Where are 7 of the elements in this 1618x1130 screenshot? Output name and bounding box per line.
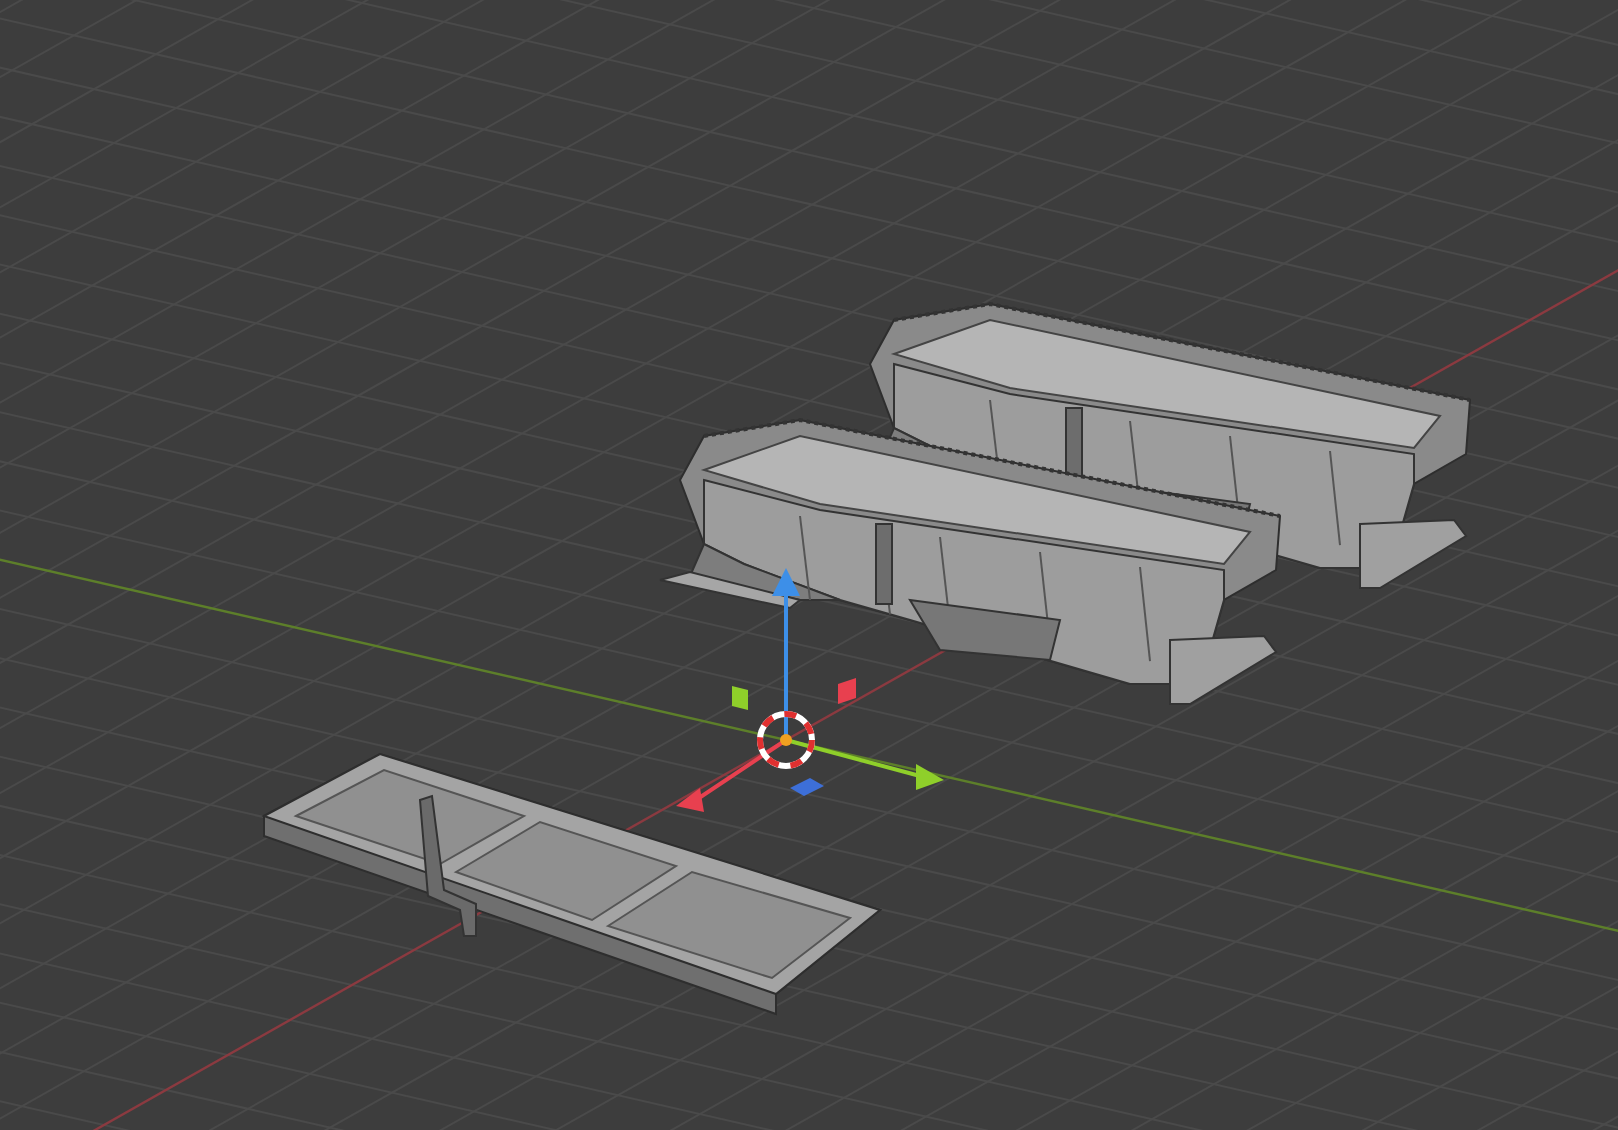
3d-cursor-icon — [757, 711, 815, 769]
x-move-handle[interactable] — [676, 738, 788, 812]
xy-plane-handle[interactable] — [790, 778, 824, 796]
xz-plane-handle[interactable] — [838, 678, 856, 704]
z-move-handle[interactable] — [772, 568, 800, 740]
yz-plane-handle[interactable] — [732, 686, 748, 710]
y-move-handle[interactable] — [785, 738, 944, 790]
